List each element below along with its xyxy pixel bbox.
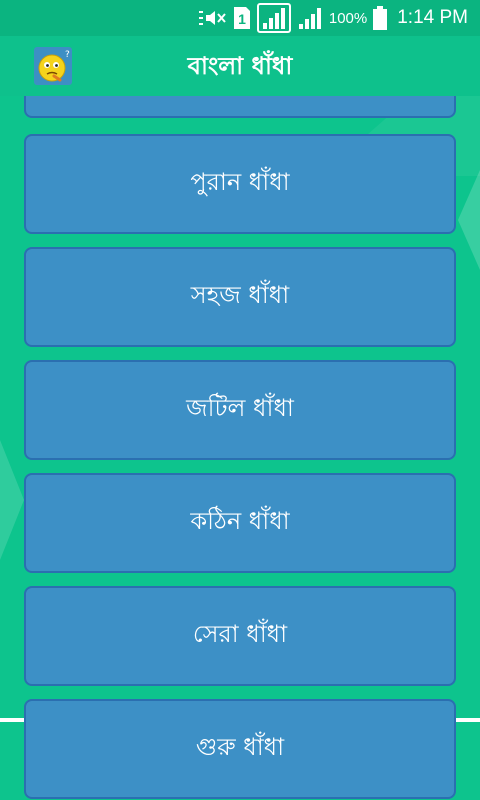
category-button-partial[interactable] bbox=[24, 96, 456, 118]
category-button-easy-riddles[interactable]: সহজ ধাঁধা bbox=[24, 247, 456, 347]
category-button-hard-riddles[interactable]: কঠিন ধাঁধা bbox=[24, 473, 456, 573]
app-title: বাংলা ধাঁধা bbox=[187, 52, 293, 80]
battery-icon bbox=[373, 6, 388, 30]
status-bar: 1 100% 1:14 PM bbox=[0, 0, 480, 36]
svg-text:1: 1 bbox=[238, 11, 246, 27]
mute-icon bbox=[197, 8, 227, 28]
signal-strength-icon bbox=[297, 6, 323, 30]
app-screen: 1 100% 1:14 PM ? বাংলা ধাঁধা পুরান ধাঁধা… bbox=[0, 0, 480, 800]
riddle-category-list[interactable]: পুরান ধাঁধা সহজ ধাঁধা জটিল ধাঁধা কঠিন ধা… bbox=[0, 96, 480, 800]
category-button-master-riddles[interactable]: গুরু ধাঁধা bbox=[24, 699, 456, 799]
status-clock: 1:14 PM bbox=[397, 7, 468, 28]
app-bar: ? বাংলা ধাঁধা bbox=[0, 36, 480, 96]
sim-card-icon: 1 bbox=[233, 6, 251, 30]
category-button-best-riddles[interactable]: সেরা ধাঁধা bbox=[24, 586, 456, 686]
category-button-old-riddles[interactable]: পুরান ধাঁধা bbox=[24, 134, 456, 234]
category-button-complex-riddles[interactable]: জটিল ধাঁধা bbox=[24, 360, 456, 460]
battery-percentage: 100% bbox=[328, 9, 368, 27]
signal-strength-icon bbox=[256, 3, 291, 33]
